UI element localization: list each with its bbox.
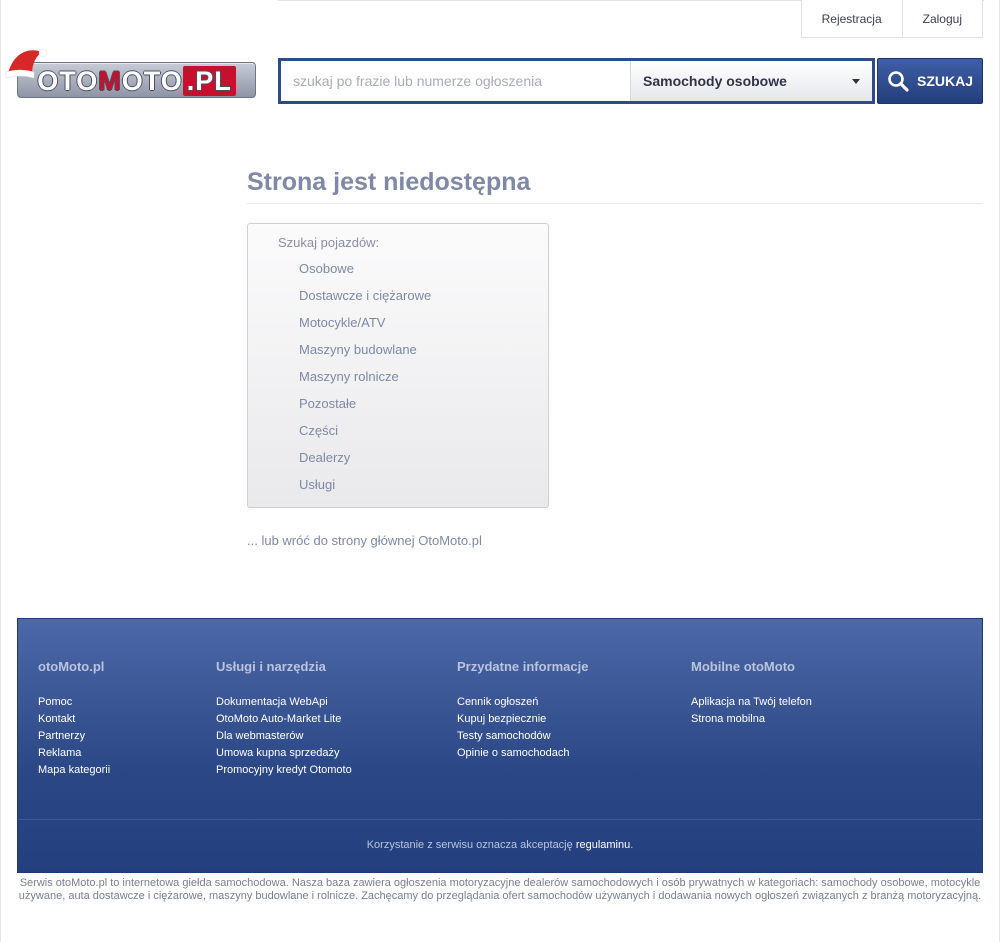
footer-link[interactable]: Mapa kategorii bbox=[38, 762, 110, 779]
footer-column-mobile: Mobilne otoMoto Aplikacja na Twój telefo… bbox=[691, 659, 812, 728]
category-link[interactable]: Dostawcze i ciężarowe bbox=[299, 286, 431, 313]
terms-link[interactable]: regulaminu bbox=[576, 839, 630, 851]
footer-link[interactable]: Promocyjny kredyt Otomoto bbox=[216, 762, 352, 779]
site-description: Serwis otoMoto.pl to internetowa giełda … bbox=[18, 877, 982, 902]
footer-link[interactable]: Testy samochodów bbox=[457, 728, 589, 745]
footer-heading: otoMoto.pl bbox=[38, 659, 105, 674]
search-icon bbox=[888, 71, 909, 92]
footer-divider bbox=[18, 819, 982, 820]
category-link[interactable]: Osobowe bbox=[299, 259, 431, 286]
terms-notice: Korzystanie z serwisu oznacza akceptację… bbox=[366, 839, 634, 851]
category-link[interactable]: Części bbox=[299, 421, 431, 448]
footer-heading: Mobilne otoMoto bbox=[691, 659, 795, 674]
search-button[interactable]: SZUKAJ bbox=[877, 58, 983, 104]
footer-column-otomoto: otoMoto.pl Pomoc Kontakt Partnerzy Rekla… bbox=[38, 659, 110, 779]
footer-link[interactable]: OtoMoto Auto-Market Lite bbox=[216, 711, 352, 728]
footer-link[interactable]: Reklama bbox=[38, 745, 110, 762]
vehicle-search-panel: Szukaj pojazdów: Osobowe Dostawcze i cię… bbox=[247, 223, 549, 508]
footer-link[interactable]: Kupuj bezpiecznie bbox=[457, 711, 589, 728]
category-select[interactable]: Samochody osobowe bbox=[630, 61, 872, 101]
home-link[interactable]: ... lub wróć do strony głównej OtoMoto.p… bbox=[247, 533, 482, 548]
footer-link[interactable]: Dokumentacja WebApi bbox=[216, 694, 352, 711]
category-select-value: Samochody osobowe bbox=[643, 73, 787, 89]
search-button-label: SZUKAJ bbox=[916, 73, 973, 89]
footer-column-services: Usługi i narzędzia Dokumentacja WebApi O… bbox=[216, 659, 352, 779]
login-link[interactable]: Zaloguj bbox=[901, 0, 982, 37]
footer-link[interactable]: Umowa kupna sprzedaży bbox=[216, 745, 352, 762]
search-input[interactable] bbox=[281, 61, 630, 101]
footer-link[interactable]: Aplikacja na Twój telefon bbox=[691, 694, 812, 711]
page-title: Strona jest niedostępna bbox=[247, 168, 983, 204]
register-link[interactable]: Rejestracja bbox=[802, 0, 902, 37]
category-link[interactable]: Dealerzy bbox=[299, 448, 431, 475]
footer-link[interactable]: Kontakt bbox=[38, 711, 110, 728]
footer-heading: Usługi i narzędzia bbox=[216, 659, 326, 674]
footer-link[interactable]: Cennik ogłoszeń bbox=[457, 694, 589, 711]
site-logo[interactable]: OTOMOTO .PL bbox=[17, 62, 256, 98]
footer-link[interactable]: Dla webmasterów bbox=[216, 728, 352, 745]
footer-link[interactable]: Opinie o samochodach bbox=[457, 745, 589, 762]
footer-heading: Przydatne informacje bbox=[457, 659, 589, 674]
footer-column-info: Przydatne informacje Cennik ogłoszeń Kup… bbox=[457, 659, 589, 762]
footer-link[interactable]: Strona mobilna bbox=[691, 711, 812, 728]
category-link[interactable]: Pozostałe bbox=[299, 394, 431, 421]
santa-hat-icon bbox=[5, 48, 48, 79]
footer: otoMoto.pl Pomoc Kontakt Partnerzy Rekla… bbox=[17, 618, 983, 873]
category-list: Osobowe Dostawcze i ciężarowe Motocykle/… bbox=[299, 259, 431, 502]
category-link[interactable]: Maszyny budowlane bbox=[299, 340, 431, 367]
logo-wordmark: OTOMOTO .PL bbox=[18, 66, 255, 97]
panel-heading: Szukaj pojazdów: bbox=[278, 235, 380, 250]
footer-link[interactable]: Pomoc bbox=[38, 694, 110, 711]
search-bar: Samochody osobowe bbox=[278, 58, 875, 104]
category-link[interactable]: Usługi bbox=[299, 475, 431, 502]
chevron-down-icon bbox=[852, 79, 860, 84]
category-link[interactable]: Motocykle/ATV bbox=[299, 313, 431, 340]
footer-link[interactable]: Partnerzy bbox=[38, 728, 110, 745]
category-link[interactable]: Maszyny rolnicze bbox=[299, 367, 431, 394]
account-links: Rejestracja Zaloguj bbox=[800, 0, 983, 38]
